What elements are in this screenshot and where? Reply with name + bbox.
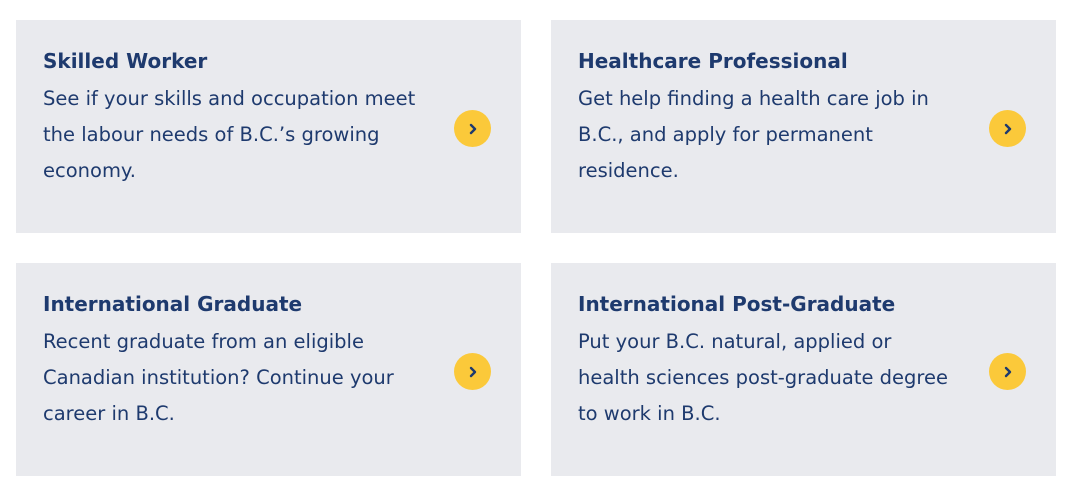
card-international-graduate[interactable]: International Graduate Recent graduate f… <box>16 263 521 476</box>
chevron-right-icon[interactable] <box>454 110 491 147</box>
card-description: Get help finding a health care job in B.… <box>578 87 929 182</box>
card-skilled-worker[interactable]: Skilled Worker See if your skills and oc… <box>16 20 521 233</box>
card-title: Healthcare Professional <box>578 49 848 73</box>
card-title: International Post-Graduate <box>578 292 896 316</box>
card-description: Put your B.C. natural, applied or health… <box>578 330 949 425</box>
card-healthcare-professional[interactable]: Healthcare Professional Get help finding… <box>551 20 1056 233</box>
card-title: International Graduate <box>43 292 303 316</box>
card-title: Skilled Worker <box>43 49 208 73</box>
card-description: Recent graduate from an eligible Canadia… <box>43 330 394 425</box>
card-description: See if your skills and occupation meet t… <box>43 87 416 182</box>
stream-cards-grid: Skilled Worker See if your skills and oc… <box>16 20 1056 476</box>
chevron-right-icon[interactable] <box>989 353 1026 390</box>
chevron-right-icon[interactable] <box>989 110 1026 147</box>
chevron-right-icon[interactable] <box>454 353 491 390</box>
card-international-post-graduate[interactable]: International Post-Graduate Put your B.C… <box>551 263 1056 476</box>
